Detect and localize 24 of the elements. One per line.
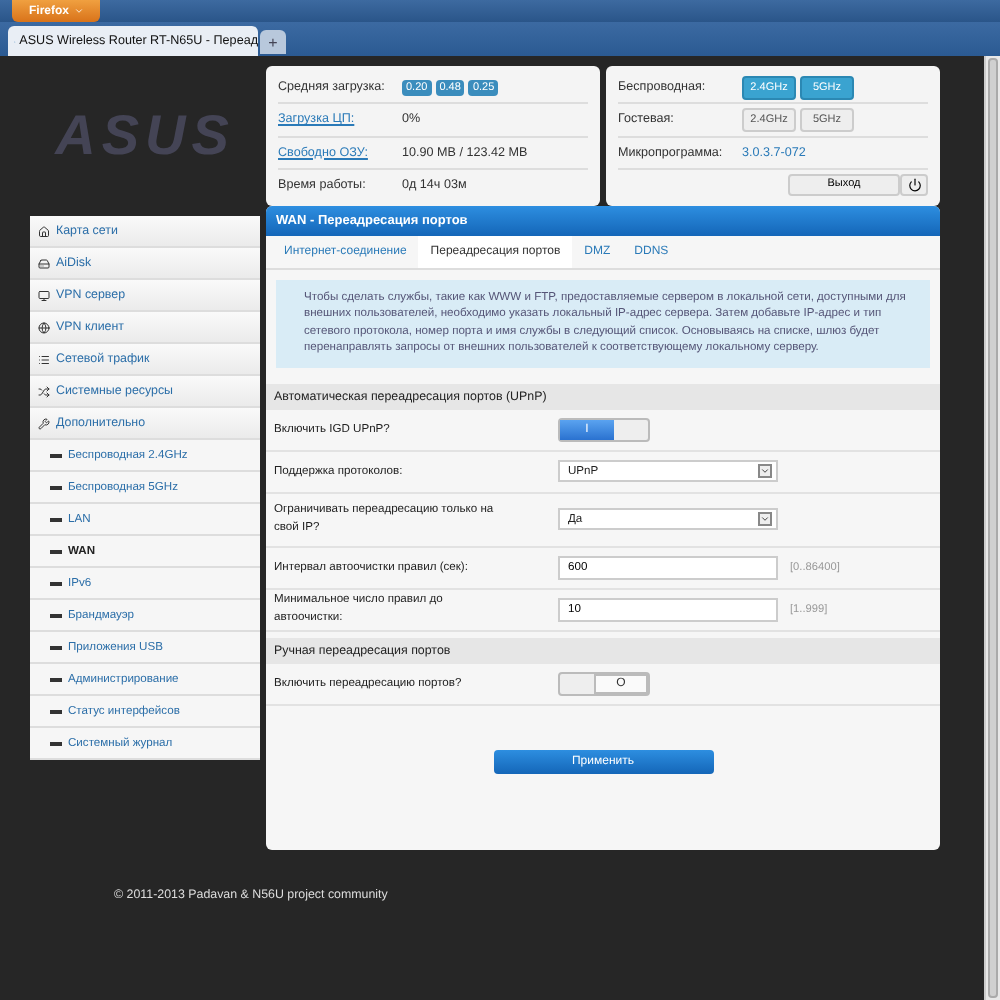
power-icon: [907, 177, 921, 192]
caret-icon: [758, 464, 772, 479]
drive-icon: [38, 257, 50, 269]
dash-icon: [50, 613, 62, 617]
caret-icon: [73, 6, 83, 16]
home-icon: [38, 225, 50, 237]
monitor-icon: [38, 289, 50, 301]
globe-icon: [38, 321, 50, 333]
dash-icon: [50, 645, 62, 649]
dash-icon: [50, 581, 62, 585]
dash-icon: [50, 549, 62, 553]
dash-icon: [50, 709, 62, 713]
power-button[interactable]: [900, 173, 928, 196]
new-tab-button[interactable]: +: [260, 30, 286, 54]
list-icon: [38, 353, 50, 365]
wrench-icon: [38, 417, 50, 429]
dash-icon: [50, 517, 62, 521]
caret-icon: [758, 512, 772, 527]
dash-icon: [50, 741, 62, 745]
scrollbar[interactable]: [984, 56, 1000, 1000]
dash-icon: [50, 453, 62, 457]
dash-icon: [50, 485, 62, 489]
shuffle-icon: [38, 385, 50, 397]
dash-icon: [50, 677, 62, 681]
